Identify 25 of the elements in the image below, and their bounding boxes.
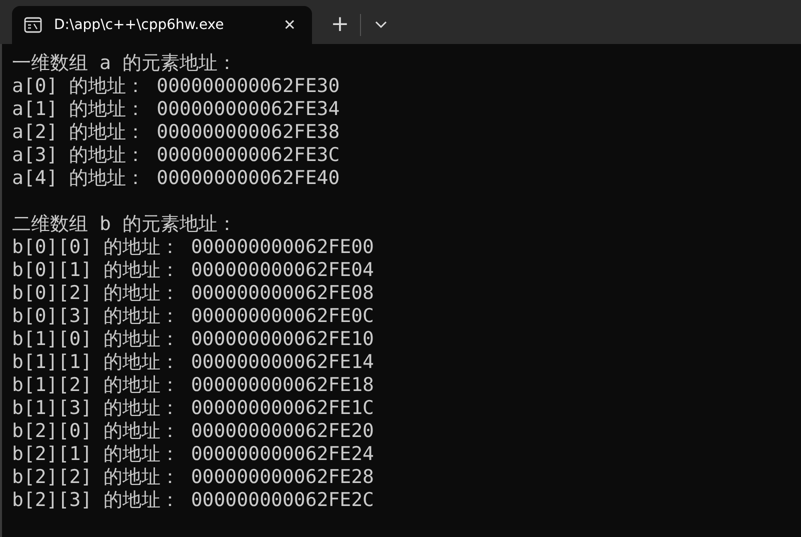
- console-line: a[4] 的地址： 000000000062FE40: [12, 167, 341, 190]
- console-line: b[0][1] 的地址： 000000000062FE04: [12, 259, 374, 282]
- console-line: 二维数组 b 的元素地址：: [12, 213, 238, 236]
- new-tab-button[interactable]: +: [320, 6, 360, 44]
- console-line: b[1][3] 的地址： 000000000062FE1C: [12, 397, 374, 420]
- chevron-down-icon: [375, 20, 387, 29]
- console-line: b[0][0] 的地址： 000000000062FE00: [12, 236, 374, 259]
- console-line: 一维数组 a 的元素地址：: [12, 52, 238, 75]
- console-line: a[0] 的地址： 000000000062FE30: [12, 75, 341, 98]
- console-line: b[0][3] 的地址： 000000000062FE0C: [12, 305, 374, 328]
- console-line: b[2][3] 的地址： 000000000062FE2C: [12, 489, 374, 512]
- console-line: a[3] 的地址： 000000000062FE3C: [12, 144, 341, 167]
- console-line: a[2] 的地址： 000000000062FE38: [12, 121, 341, 144]
- terminal-tab[interactable]: D:\app\c++\cpp6hw.exe ✕: [12, 6, 312, 44]
- console-line: b[2][0] 的地址： 000000000062FE20: [12, 420, 374, 443]
- console-line: b[1][1] 的地址： 000000000062FE14: [12, 351, 374, 374]
- console-line: b[1][2] 的地址： 000000000062FE18: [12, 374, 374, 397]
- console-line: b[2][2] 的地址： 000000000062FE28: [12, 466, 374, 489]
- console-line: a[1] 的地址： 000000000062FE34: [12, 98, 341, 121]
- console-line: b[2][1] 的地址： 000000000062FE24: [12, 443, 374, 466]
- close-tab-button[interactable]: ✕: [277, 12, 302, 38]
- console-line: b[0][2] 的地址： 000000000062FE08: [12, 282, 374, 305]
- tab-title: D:\app\c++\cpp6hw.exe: [54, 16, 225, 34]
- console-line: b[1][0] 的地址： 000000000062FE10: [12, 328, 374, 351]
- console-icon: [24, 17, 42, 33]
